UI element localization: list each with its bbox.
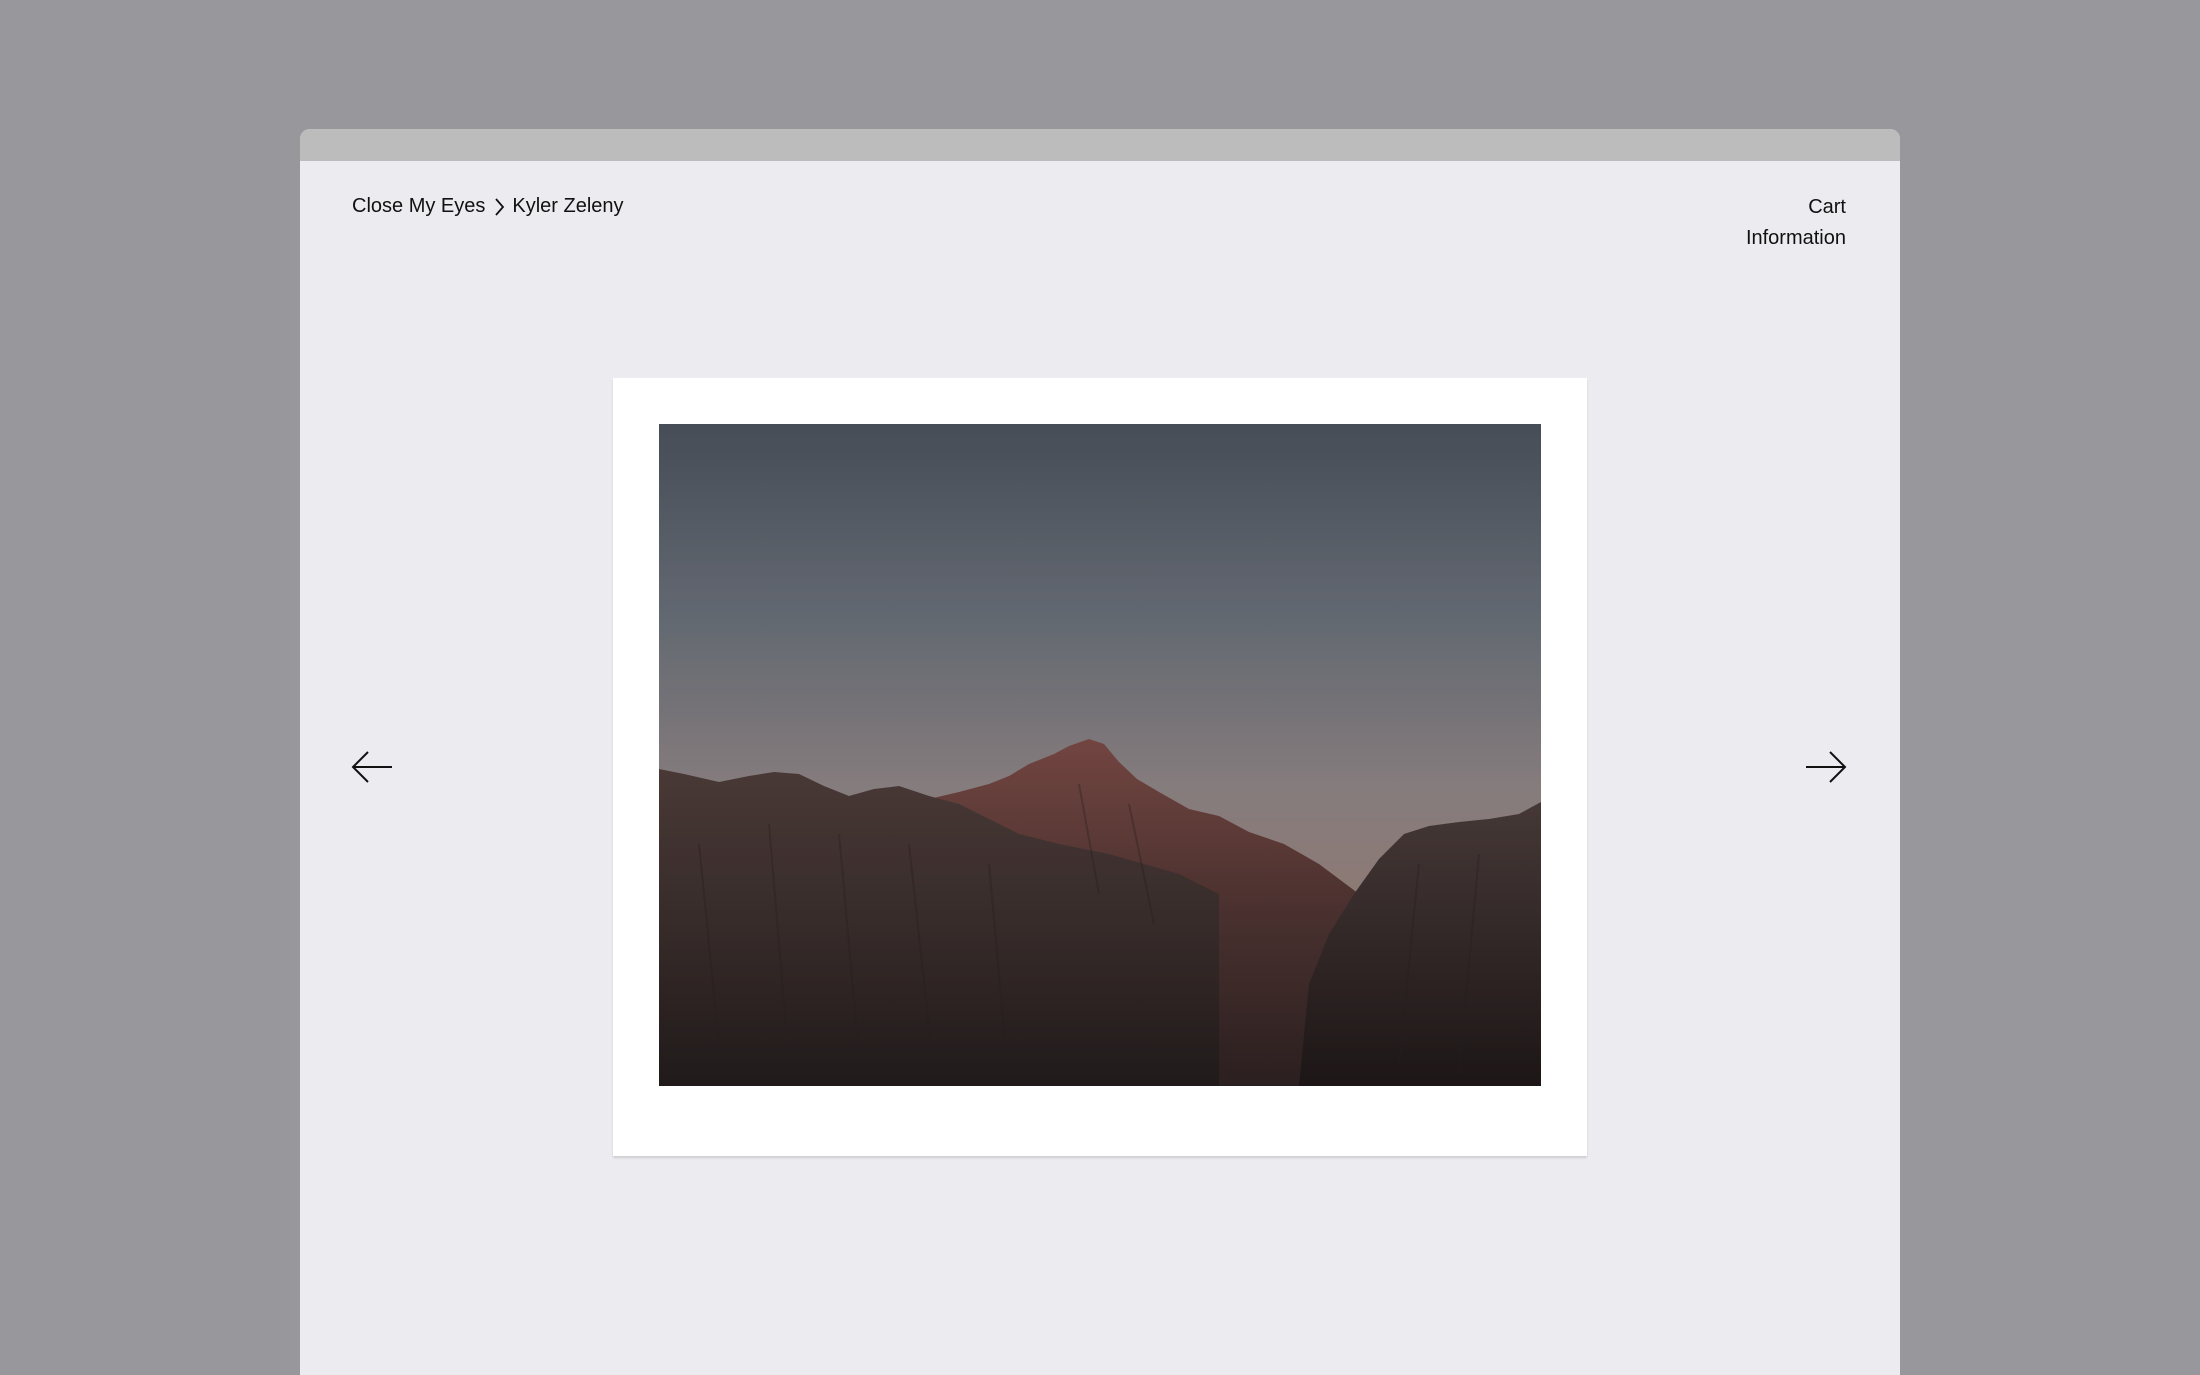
breadcrumb-parent-link[interactable]: Close My Eyes <box>352 195 485 218</box>
previous-image-button[interactable] <box>350 749 394 790</box>
next-image-button[interactable] <box>1804 749 1848 790</box>
photo-print-frame <box>613 378 1587 1156</box>
page: Close My Eyes Kyler Zeleny Cart Informat… <box>300 161 1900 1375</box>
mountain-photo[interactable] <box>659 424 1541 1086</box>
arrow-right-icon <box>1804 749 1848 790</box>
breadcrumb-current-link[interactable]: Kyler Zeleny <box>512 195 623 218</box>
browser-window: Close My Eyes Kyler Zeleny Cart Informat… <box>300 129 1900 1375</box>
arrow-left-icon <box>350 749 394 790</box>
breadcrumb: Close My Eyes Kyler Zeleny <box>352 195 624 218</box>
chevron-right-icon <box>493 197 505 217</box>
browser-title-bar <box>300 129 1900 161</box>
top-nav: Cart Information <box>1746 195 1846 257</box>
information-link[interactable]: Information <box>1746 220 1846 257</box>
